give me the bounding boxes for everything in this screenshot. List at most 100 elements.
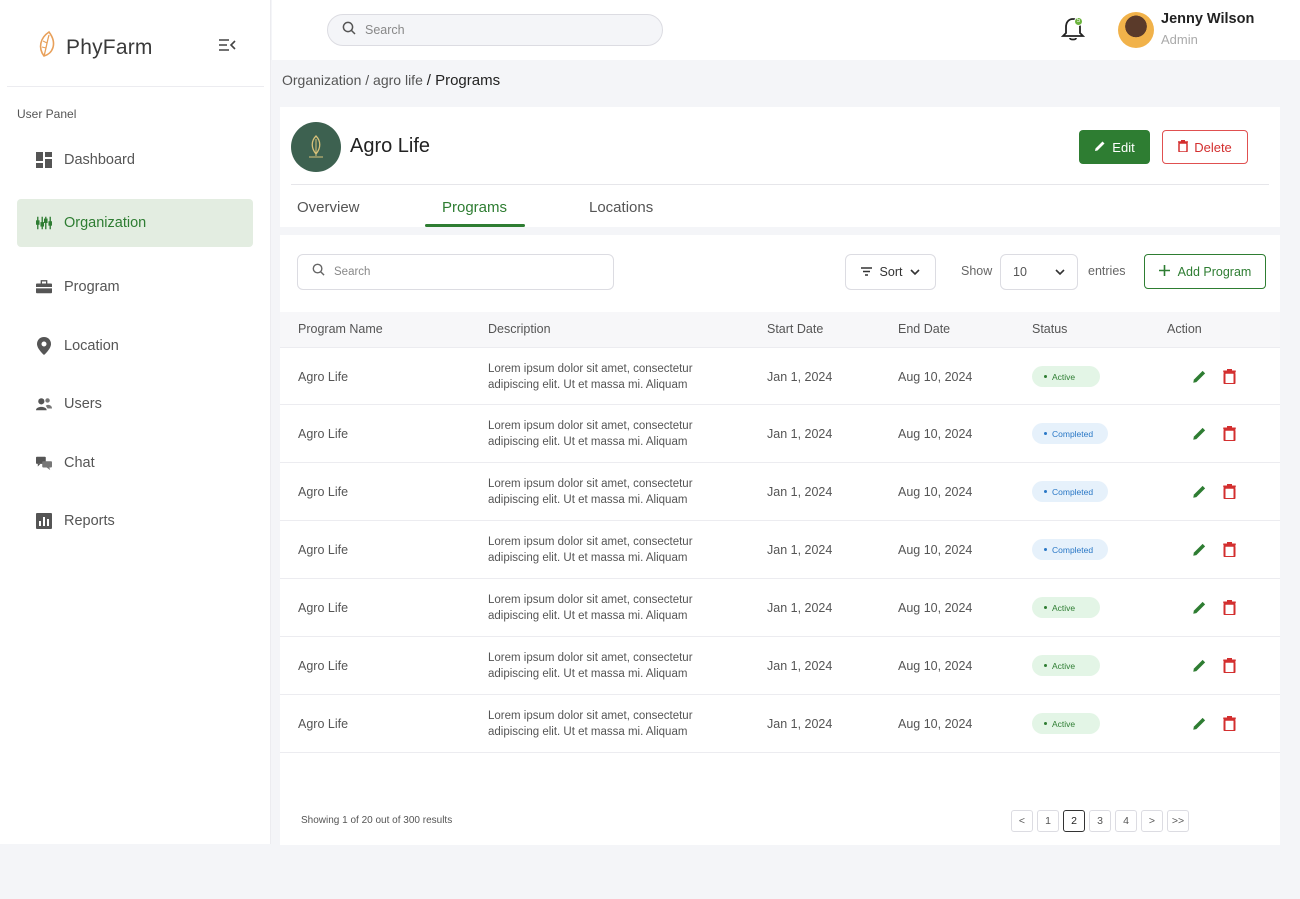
reports-icon	[36, 513, 52, 529]
status-label: Active	[1052, 602, 1076, 613]
edit-button-label: Edit	[1112, 139, 1135, 155]
pencil-icon	[1094, 140, 1106, 155]
status-badge: Completed	[1032, 481, 1108, 502]
description-line-1: Lorem ipsum dolor sit amet, consectetur	[488, 478, 693, 490]
trash-icon	[1223, 484, 1236, 500]
sidebar-item-program[interactable]: Program	[17, 263, 253, 311]
table-body: Agro Life Lorem ipsum dolor sit amet, co…	[280, 347, 1280, 753]
add-program-button[interactable]: Add Program	[1144, 254, 1266, 289]
location-pin-icon	[36, 337, 52, 355]
page-button[interactable]: 2	[1063, 810, 1085, 832]
sort-button[interactable]: Sort	[845, 254, 936, 290]
program-description: Lorem ipsum dolor sit amet, consectetur …	[488, 650, 728, 682]
tab-programs[interactable]: Programs	[442, 199, 507, 216]
global-search[interactable]	[327, 14, 663, 46]
table-row[interactable]: Agro Life Lorem ipsum dolor sit amet, co…	[280, 463, 1280, 521]
trash-icon	[1223, 426, 1236, 442]
collapse-sidebar-icon[interactable]	[216, 36, 238, 54]
notification-bell[interactable]: 5	[1060, 16, 1086, 42]
status-badge: Active	[1032, 655, 1100, 676]
status-dot-icon	[1044, 664, 1047, 667]
table-row[interactable]: Agro Life Lorem ipsum dolor sit amet, co…	[280, 521, 1280, 579]
page-button[interactable]: 4	[1115, 810, 1137, 832]
start-date: Jan 1, 2024	[767, 485, 833, 499]
edit-row-button[interactable]	[1192, 542, 1207, 557]
delete-row-button[interactable]	[1223, 542, 1236, 558]
edit-row-button[interactable]	[1192, 426, 1207, 441]
column-header[interactable]: Start Date	[767, 322, 823, 336]
user-role: Admin	[1161, 32, 1198, 47]
column-header[interactable]: Status	[1032, 322, 1067, 336]
delete-row-button[interactable]	[1223, 369, 1236, 385]
breadcrumb-path[interactable]: Organization / agro life	[282, 72, 423, 88]
plus-icon	[1158, 264, 1170, 279]
delete-row-button[interactable]	[1223, 600, 1236, 616]
pencil-icon	[1193, 427, 1206, 440]
edit-row-button[interactable]	[1192, 369, 1207, 384]
chevron-down-icon	[1055, 265, 1065, 279]
table-header: Program Name Description Start Date End …	[280, 312, 1280, 347]
table-row[interactable]: Agro Life Lorem ipsum dolor sit amet, co…	[280, 347, 1280, 405]
table-search-input[interactable]	[334, 266, 604, 278]
sidebar-item-location[interactable]: Location	[17, 322, 253, 370]
description-line-1: Lorem ipsum dolor sit amet, consectetur	[488, 420, 693, 432]
sidebar-item-dashboard[interactable]: Dashboard	[17, 136, 253, 184]
edit-row-button[interactable]	[1192, 484, 1207, 499]
end-date: Aug 10, 2024	[898, 601, 973, 615]
tab-overview[interactable]: Overview	[297, 199, 360, 216]
edit-row-button[interactable]	[1192, 716, 1207, 731]
page-button[interactable]: 1	[1037, 810, 1059, 832]
edit-row-button[interactable]	[1192, 600, 1207, 615]
leaf-logo-icon	[36, 30, 62, 65]
delete-row-button[interactable]	[1223, 484, 1236, 500]
brand[interactable]: PhyFarm	[36, 30, 153, 65]
page-button[interactable]: 3	[1089, 810, 1111, 832]
delete-button[interactable]: Delete	[1162, 130, 1248, 164]
status-dot-icon	[1044, 548, 1047, 551]
delete-row-button[interactable]	[1223, 426, 1236, 442]
plant-logo-icon	[309, 135, 323, 158]
column-header[interactable]: Program Name	[298, 322, 383, 336]
sidebar-item-chat[interactable]: Chat	[17, 439, 253, 487]
user-name[interactable]: Jenny Wilson	[1161, 11, 1254, 27]
table-row[interactable]: Agro Life Lorem ipsum dolor sit amet, co…	[280, 579, 1280, 637]
status-label: Active	[1052, 660, 1076, 671]
tab-locations[interactable]: Locations	[589, 199, 653, 216]
breadcrumb-current: / Programs	[426, 72, 501, 89]
programs-table-card: Sort Show 10 entries Add Program Program…	[280, 235, 1280, 845]
description-line-2: adipiscing elit. Ut et massa mi. Aliquam	[488, 436, 688, 448]
table-row[interactable]: Agro Life Lorem ipsum dolor sit amet, co…	[280, 405, 1280, 463]
status-badge: Active	[1032, 713, 1100, 734]
sidebar-item-label: Organization	[64, 215, 147, 231]
status-dot-icon	[1044, 722, 1047, 725]
table-row[interactable]: Agro Life Lorem ipsum dolor sit amet, co…	[280, 695, 1280, 753]
prev-page-button[interactable]: <	[1011, 810, 1033, 832]
sidebar-item-users[interactable]: Users	[17, 380, 253, 428]
status-badge: Completed	[1032, 423, 1108, 444]
end-date: Aug 10, 2024	[898, 427, 973, 441]
delete-row-button[interactable]	[1223, 658, 1236, 674]
avatar[interactable]	[1118, 12, 1154, 48]
description-line-1: Lorem ipsum dolor sit amet, consectetur	[488, 363, 693, 375]
edit-row-button[interactable]	[1192, 658, 1207, 673]
table-row[interactable]: Agro Life Lorem ipsum dolor sit amet, co…	[280, 637, 1280, 695]
global-search-input[interactable]	[365, 23, 645, 37]
column-header: Action	[1167, 322, 1202, 336]
program-name: Agro Life	[298, 659, 349, 673]
edit-button[interactable]: Edit	[1079, 130, 1150, 164]
last-page-button[interactable]: >>	[1167, 810, 1189, 832]
sidebar-item-label: Program	[64, 279, 120, 295]
sidebar: PhyFarm User Panel Dashboard Organizatio…	[0, 0, 271, 844]
description-line-2: adipiscing elit. Ut et massa mi. Aliquam	[488, 668, 688, 680]
description-line-1: Lorem ipsum dolor sit amet, consectetur	[488, 710, 693, 722]
delete-row-button[interactable]	[1223, 716, 1236, 732]
column-header[interactable]: Description	[488, 322, 551, 336]
sidebar-item-reports[interactable]: Reports	[17, 497, 253, 545]
table-search[interactable]	[297, 254, 614, 290]
status-label: Active	[1052, 371, 1076, 382]
entries-select[interactable]: 10	[1000, 254, 1078, 290]
next-page-button[interactable]: >	[1141, 810, 1163, 832]
column-header[interactable]: End Date	[898, 322, 950, 336]
sidebar-item-organization[interactable]: Organization	[17, 199, 253, 247]
organization-icon	[36, 215, 52, 231]
